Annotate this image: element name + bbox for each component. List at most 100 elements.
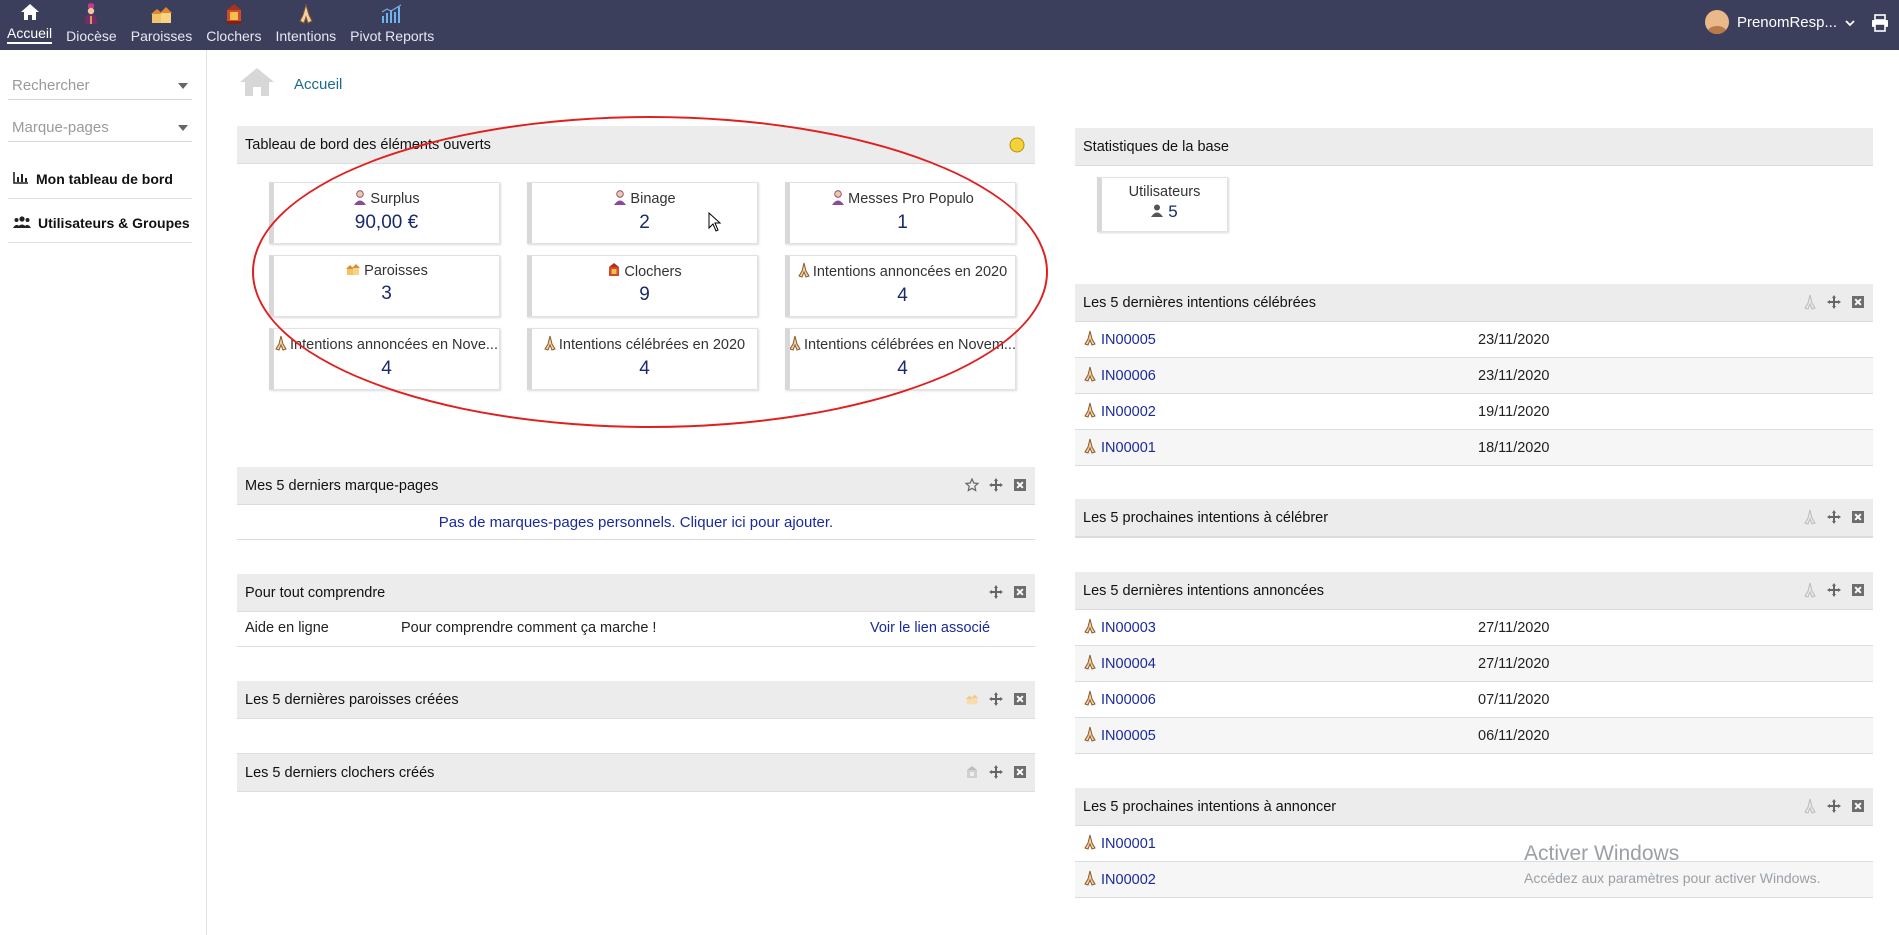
bookmarks-panel: Mes 5 derniers marque-pages Pas de marqu… <box>237 467 1035 540</box>
close-icon[interactable] <box>1851 583 1865 597</box>
person-icon <box>613 189 627 209</box>
bookmarks-select[interactable]: Marque-pages <box>8 112 192 142</box>
intention-link[interactable]: IN00005 <box>1084 330 1156 350</box>
nav-clochers[interactable]: Clochers <box>199 0 268 50</box>
sidebar: Rechercher Marque-pages Mon tableau de b… <box>0 50 207 935</box>
move-icon[interactable] <box>989 478 1003 492</box>
intention-link[interactable]: IN00002 <box>1084 870 1156 890</box>
praying-hands-icon <box>1084 834 1096 854</box>
intention-link[interactable]: IN00001 <box>1084 834 1156 854</box>
dashboard-box[interactable]: Intentions célébrées en 2020 4 <box>527 328 758 390</box>
list-item: IN00001 18/11/2020 <box>1075 430 1873 466</box>
dashboard-panel: Tableau de bord des éléments ouverts Sur… <box>237 126 1035 396</box>
announced-panel: Les 5 dernières intentions annoncées IN0… <box>1075 572 1873 754</box>
dashboard-box[interactable]: Messes Pro Populo 1 <box>785 182 1016 244</box>
dashboard-box[interactable]: Intentions célébrées en Novem... 4 <box>785 328 1016 390</box>
parishes-panel-title: Les 5 dernières paroisses créées <box>245 691 459 708</box>
belltower-icon <box>607 262 621 281</box>
parish-icon <box>149 2 173 26</box>
intention-link[interactable]: IN00005 <box>1084 726 1156 746</box>
intention-date: 27/11/2020 <box>1478 619 1550 636</box>
dashboard-box-title: Clochers <box>532 262 757 281</box>
sidebar-item-users-groups[interactable]: Utilisateurs & Groupes <box>8 203 192 243</box>
nav-pivot-reports[interactable]: Pivot Reports <box>343 0 441 50</box>
praying-hands-icon <box>1803 509 1817 525</box>
dashboard-box-value: 4 <box>897 285 908 306</box>
close-icon[interactable] <box>1013 585 1027 599</box>
list-item: IN00003 27/11/2020 <box>1075 610 1873 646</box>
dashboard-box-label: Paroisses <box>364 263 428 279</box>
praying-hands-icon <box>1084 726 1096 746</box>
close-icon[interactable] <box>1851 295 1865 309</box>
dashboard-box[interactable]: Binage 2 <box>527 182 758 244</box>
move-icon[interactable] <box>989 692 1003 706</box>
help-panel-header: Pour tout comprendre <box>237 574 1035 612</box>
help-item-description: Pour comprendre comment ça marche ! <box>401 620 657 636</box>
caret-down-icon <box>178 83 188 89</box>
intention-link[interactable]: IN00003 <box>1084 618 1156 638</box>
stats-users-value: 5 <box>1168 202 1178 221</box>
dashboard-box-title: Intentions célébrées en 2020 <box>532 335 757 355</box>
intention-date: 27/11/2020 <box>1478 655 1550 672</box>
add-bookmark-link[interactable]: Pas de marques-pages personnels. Cliquer… <box>439 514 833 531</box>
help-item-link[interactable]: Voir le lien associé <box>870 620 990 636</box>
close-icon[interactable] <box>1013 765 1027 779</box>
move-icon[interactable] <box>1827 583 1841 597</box>
intention-link[interactable]: IN00006 <box>1084 366 1156 386</box>
intention-link[interactable]: IN00004 <box>1084 654 1156 674</box>
stats-users-box[interactable]: Utilisateurs 5 <box>1097 177 1228 232</box>
person-icon <box>353 189 367 209</box>
dashboard-box-label: Intentions annoncées en 2020 <box>812 264 1008 280</box>
close-icon[interactable] <box>1851 510 1865 524</box>
users-icon <box>13 215 31 231</box>
dashboard-box[interactable]: Clochers 9 <box>527 255 758 317</box>
next-announce-panel-title: Les 5 prochaines intentions à annoncer <box>1083 798 1337 815</box>
nav-accueil[interactable]: Accueil <box>0 0 59 50</box>
mouse-cursor-icon <box>708 211 722 236</box>
dashboard-box-label: Intentions célébrées en 2020 <box>558 337 746 353</box>
user-menu[interactable]: PrenomResp... <box>1704 10 1855 34</box>
next-celebrate-panel-title: Les 5 prochaines intentions à célébrer <box>1083 509 1329 526</box>
praying-hands-icon <box>1084 330 1096 350</box>
move-icon[interactable] <box>1827 295 1841 309</box>
top-bar: Accueil Diocèse Paroisses Clochers Inten… <box>0 0 1899 50</box>
nav-diocese-label: Diocèse <box>66 28 117 44</box>
move-icon[interactable] <box>989 585 1003 599</box>
chevron-down-icon <box>1845 14 1855 31</box>
intention-link[interactable]: IN00002 <box>1084 402 1156 422</box>
dashboard-box[interactable]: Intentions annoncées en Nove... 4 <box>269 328 500 390</box>
move-icon[interactable] <box>1827 799 1841 813</box>
watermark-title: Activer Windows <box>1524 842 1680 865</box>
person-icon <box>1151 202 1164 222</box>
intention-ref: IN00002 <box>1101 403 1156 420</box>
nav-diocese[interactable]: Diocèse <box>59 0 124 50</box>
close-icon[interactable] <box>1851 799 1865 813</box>
search-select[interactable]: Rechercher <box>8 70 192 100</box>
main-nav: Accueil Diocèse Paroisses Clochers Inten… <box>0 0 441 50</box>
praying-hands-icon <box>798 262 810 282</box>
move-icon[interactable] <box>989 765 1003 779</box>
printer-icon[interactable] <box>1871 14 1889 36</box>
praying-hands-icon <box>1803 294 1817 310</box>
sidebar-item-dashboard[interactable]: Mon tableau de bord <box>8 159 192 199</box>
intention-link[interactable]: IN00006 <box>1084 690 1156 710</box>
intention-link[interactable]: IN00001 <box>1084 438 1156 458</box>
praying-hands-icon <box>544 335 556 355</box>
dashboard-box[interactable]: Surplus 90,00 € <box>269 182 500 244</box>
towers-panel-title: Les 5 derniers clochers créés <box>245 764 435 781</box>
dashboard-box[interactable]: Intentions annoncées en 2020 4 <box>785 255 1016 317</box>
intention-ref: IN00006 <box>1101 691 1156 708</box>
celebrated-panel-header: Les 5 dernières intentions célébrées <box>1075 284 1873 322</box>
user-name: PrenomResp... <box>1736 13 1837 31</box>
praying-hands-icon <box>1084 618 1096 638</box>
star-icon[interactable] <box>965 478 979 492</box>
nav-intentions[interactable]: Intentions <box>268 0 343 50</box>
close-icon[interactable] <box>1013 478 1027 492</box>
intention-ref: IN00002 <box>1101 871 1156 888</box>
sidebar-item-label: Utilisateurs & Groupes <box>38 214 190 231</box>
move-icon[interactable] <box>1827 510 1841 524</box>
breadcrumb-accueil-link[interactable]: Accueil <box>294 76 342 93</box>
close-icon[interactable] <box>1013 692 1027 706</box>
nav-paroisses[interactable]: Paroisses <box>124 0 199 50</box>
dashboard-box[interactable]: Paroisses 3 <box>269 255 500 317</box>
